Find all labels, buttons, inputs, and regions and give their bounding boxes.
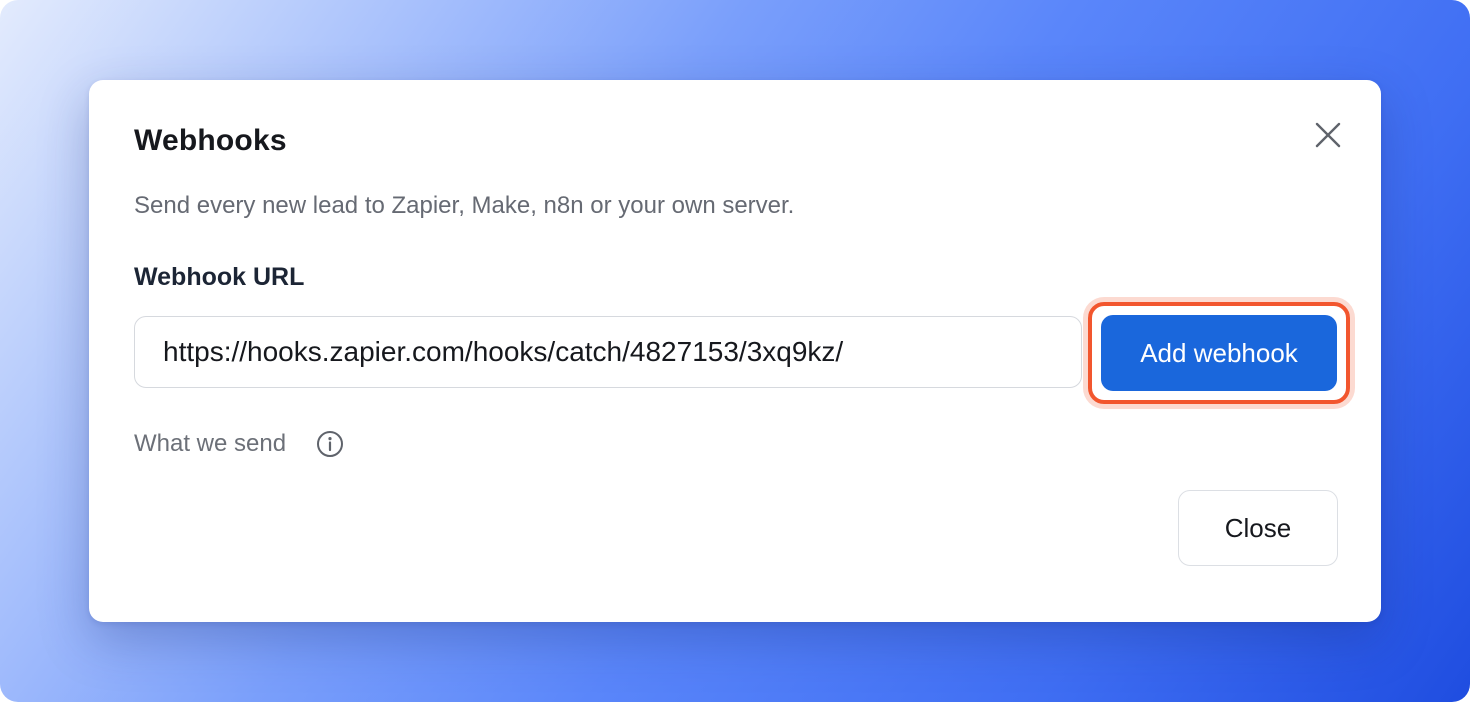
what-we-send-toggle[interactable]: What we send [134, 430, 344, 458]
add-webhook-button[interactable]: Add webhook [1101, 315, 1337, 391]
webhook-url-input[interactable] [134, 316, 1082, 388]
webhooks-dialog: Webhooks Send every new lead to Zapier, … [89, 80, 1381, 622]
dialog-title: Webhooks [134, 124, 287, 157]
close-button[interactable]: Close [1178, 490, 1338, 566]
what-we-send-label: What we send [134, 430, 287, 457]
dialog-description: Send every new lead to Zapier, Make, n8n… [134, 192, 795, 219]
info-icon[interactable] [316, 430, 344, 458]
webhook-url-label: Webhook URL [134, 263, 305, 291]
close-icon[interactable] [1311, 118, 1345, 152]
page-backdrop: Webhooks Send every new lead to Zapier, … [0, 0, 1470, 702]
